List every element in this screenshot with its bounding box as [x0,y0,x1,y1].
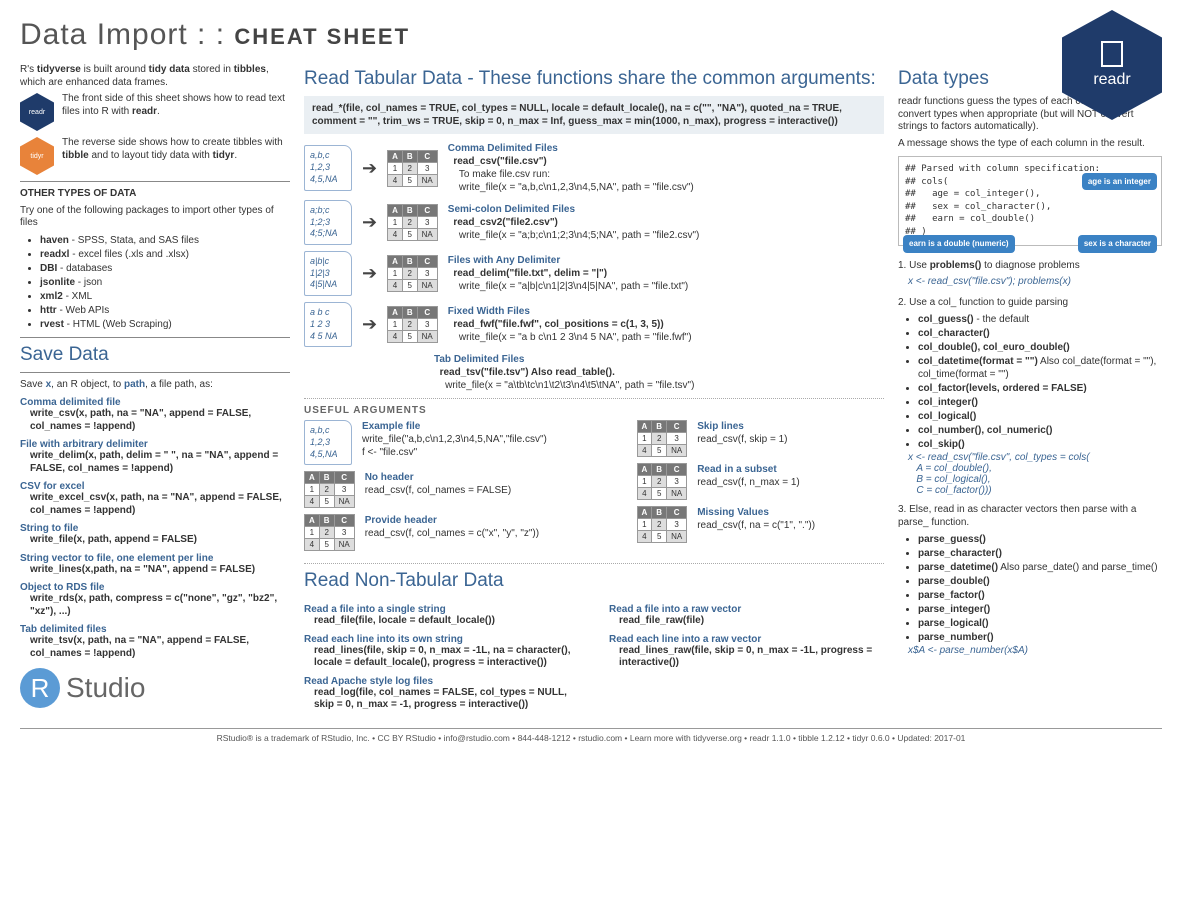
parse-output-box: ## Parsed with column specification: ## … [898,156,1162,246]
non-tabular-head: Read Non-Tabular Data [304,570,884,592]
arrow-icon: ➔ [362,212,377,233]
read-tabular-head: Read Tabular Data - These functions shar… [304,68,884,90]
list-item: httr - Web APIs [40,304,290,317]
rstudio-logo: RStudio [20,668,290,708]
file-icon: a,b,c1,2,34,5,NA [304,145,352,190]
arrow-icon: ➔ [362,158,377,179]
readr-icon: readr [20,93,54,131]
intro-text: R's tidyverse is built around tidy data … [20,64,290,89]
list-item: jsonlite - json [40,276,290,289]
read-signature: read_*(file, col_names = TRUE, col_types… [304,96,884,134]
list-item: readxl - excel files (.xls and .xlsx) [40,248,290,261]
save-data-head: Save Data [20,344,290,366]
file-icon: a;b;c1;2;34;5;NA [304,200,352,245]
tidyr-icon: tidyr [20,137,54,175]
list-item: xml2 - XML [40,290,290,303]
list-item: haven - SPSS, Stata, and SAS files [40,234,290,247]
other-types-list: haven - SPSS, Stata, and SAS filesreadxl… [20,234,290,331]
footer: RStudio® is a trademark of RStudio, Inc.… [20,728,1162,743]
file-icon: a b c1 2 34 5 NA [304,302,352,347]
useful-args-head: USEFUL ARGUMENTS [304,405,884,416]
list-item: rvest - HTML (Web Scraping) [40,318,290,331]
other-types-head: OTHER TYPES OF DATA [20,188,290,201]
page-title: Data Import : : CHEAT SHEET [20,18,1162,52]
file-icon: a|b|c1|2|34|5|NA [304,251,352,296]
arrow-icon: ➔ [362,314,377,335]
list-item: DBI - databases [40,262,290,275]
arrow-icon: ➔ [362,263,377,284]
